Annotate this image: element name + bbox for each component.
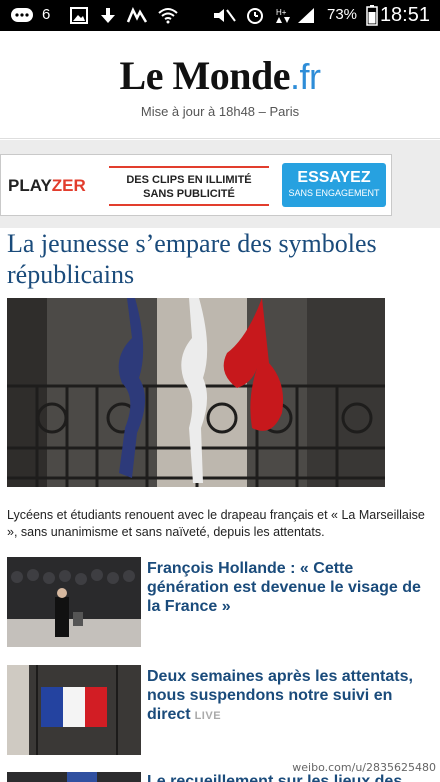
ad-brand-play: PLAY	[8, 176, 52, 195]
article-thumbnail[interactable]	[7, 557, 141, 647]
app-notification-icon	[126, 7, 148, 23]
ad-try-button[interactable]: ESSAYEZ SANS ENGAGEMENT	[282, 163, 386, 207]
live-badge: LIVE	[194, 710, 222, 722]
update-time: Mise à jour à 18h48 – Paris	[140, 104, 300, 119]
watermark: weibo.com/u/2835625480	[292, 761, 436, 774]
ad-message: DES CLIPS EN ILLIMITÉ SANS PUBLICITÉ	[109, 173, 269, 201]
mobile-data-icon: H+	[276, 8, 290, 23]
alarm-icon	[247, 8, 263, 24]
ad-brand-logo: PLAYZER	[8, 176, 86, 196]
main-article-photo[interactable]	[7, 298, 385, 487]
article-thumbnail[interactable]	[7, 665, 141, 755]
ad-try-sublabel: SANS ENGAGEMENT	[288, 188, 380, 198]
ad-message-line2: SANS PUBLICITÉ	[143, 188, 235, 200]
image-icon	[70, 7, 88, 24]
article-title[interactable]: François Hollande : « Cette génération e…	[147, 559, 437, 616]
mute-icon	[214, 9, 236, 22]
download-icon	[101, 8, 115, 23]
chat-notification-icon	[11, 8, 33, 22]
notification-count: 6	[42, 6, 51, 23]
clock: 18:51	[379, 4, 430, 26]
logo-suffix: .fr	[289, 56, 321, 97]
ad-try-label: ESSAYEZ	[297, 169, 371, 186]
logo-main: Le Monde	[119, 53, 291, 98]
battery-percent: 73%	[327, 6, 358, 23]
wifi-icon	[158, 8, 178, 24]
ad-brand-zer: ZER	[51, 176, 86, 195]
ad-divider-bottom	[109, 204, 269, 206]
article-title[interactable]: Deux semaines après les attentats, nous …	[147, 667, 437, 726]
battery-icon	[366, 5, 378, 26]
svg-text:H+: H+	[276, 8, 287, 17]
signal-icon	[298, 8, 314, 23]
ad-message-line1: DES CLIPS EN ILLIMITÉ	[126, 174, 252, 186]
main-headline[interactable]: La jeunesse s’empare des symboles républ…	[7, 228, 432, 290]
main-article-caption: Lycéens et étudiants renouent avec le dr…	[7, 508, 425, 539]
le-monde-logo[interactable]: Le Monde.fr	[0, 52, 440, 99]
status-bar: 6 H+ 73% 18:51	[0, 0, 440, 31]
article-title-text: Deux semaines après les attentats, nous …	[147, 668, 413, 723]
site-header: Le Monde.fr Mise à jour à 18h48 – Paris	[0, 31, 440, 139]
ad-strip: PLAYZER DES CLIPS EN ILLIMITÉ SANS PUBLI…	[0, 140, 440, 228]
ad-divider-top	[109, 166, 269, 168]
article-thumbnail[interactable]	[7, 772, 141, 782]
ad-banner[interactable]: PLAYZER DES CLIPS EN ILLIMITÉ SANS PUBLI…	[0, 154, 392, 216]
